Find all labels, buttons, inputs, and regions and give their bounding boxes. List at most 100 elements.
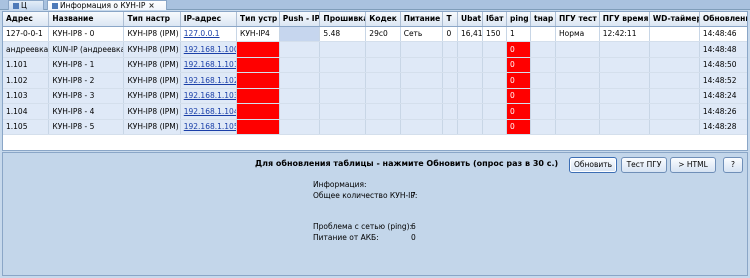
column-header[interactable]: Тип устр (236, 12, 280, 27)
table-cell: КУН-IP8 - 1 (48, 57, 125, 73)
table-cell: 1.102 (3, 72, 50, 89)
table-cell: 0 (506, 103, 531, 120)
table-cell: 0 (506, 88, 531, 104)
table-row[interactable]: 1.104 КУН-IP8 - 4 КУН-IP8 (IPM) 192.168.1.1… (3, 103, 747, 120)
table-cell: 127.0.0.1 (180, 26, 238, 42)
table-cell (599, 103, 650, 120)
tab-kun-ip-info[interactable]: Информация о КУН-IP × (47, 0, 167, 10)
table-cell (530, 57, 557, 73)
table-cell: КУН-IP8 - 2 (48, 72, 125, 89)
table-cell (279, 41, 321, 58)
table-cell: 192.168.1.100 (180, 41, 238, 58)
table-row[interactable]: 1.103 КУН-IP8 - 3 КУН-IP8 (IPM) 192.168.1.1… (3, 88, 747, 104)
column-header[interactable]: Кодек (365, 12, 401, 27)
info-battery: Питание от АКБ: 0 (313, 233, 416, 242)
table-cell (236, 119, 280, 135)
column-header[interactable]: Прошивка (319, 12, 367, 27)
table-cell (319, 72, 367, 89)
table-cell (482, 119, 508, 135)
column-header[interactable]: Название (48, 12, 125, 27)
table-cell: 1 (506, 26, 531, 42)
table-cell (365, 103, 401, 120)
table-cell: КУН-IP4 (236, 26, 280, 42)
table-cell: 14:48:52 (699, 72, 747, 89)
table-cell (400, 72, 444, 89)
column-header[interactable]: Ubat (457, 12, 484, 27)
table-cell: Сеть (400, 26, 444, 42)
window-icon (13, 3, 19, 9)
table-header: Адрес Название Тип настр IP-адрес Тип устр Pu… (3, 12, 747, 27)
table-cell: 1.104 (3, 103, 50, 120)
export-html-button[interactable]: > HTML (670, 157, 716, 173)
table-cell (482, 41, 508, 58)
table-cell: 14:48:48 (699, 41, 747, 58)
table-cell (442, 103, 459, 120)
table-cell (649, 26, 700, 42)
table-cell (400, 88, 444, 104)
table-cell (457, 88, 484, 104)
column-header[interactable]: ПГУ время (599, 12, 650, 27)
column-header[interactable]: Адрес (3, 12, 50, 27)
table-cell: 192.168.1.102 (180, 72, 238, 89)
column-header[interactable]: T (442, 12, 459, 27)
table-cell: КУН-IP8 - 4 (48, 103, 125, 120)
table-cell (319, 103, 367, 120)
table-cell (482, 57, 508, 73)
table-cell (279, 103, 321, 120)
column-header[interactable]: Питание (400, 12, 444, 27)
table-cell: 0 (506, 72, 531, 89)
help-button[interactable]: ? (723, 157, 743, 173)
column-header[interactable]: IP-адрес (180, 12, 238, 27)
column-header[interactable]: Тип настр (123, 12, 181, 27)
table-row[interactable]: 1.102 КУН-IP8 - 2 КУН-IP8 (IPM) 192.168.1.1… (3, 72, 747, 89)
table-cell: 0 (506, 57, 531, 73)
table-cell (365, 88, 401, 104)
table-cell (457, 72, 484, 89)
table-cell (649, 88, 700, 104)
table-cell (530, 103, 557, 120)
table-cell (400, 57, 444, 73)
table-row[interactable]: 127-0-0-1 КУН-IP8 - 0 КУН-IP8 (IPM) 127.0.0… (3, 26, 747, 42)
table-cell (319, 88, 367, 104)
table-row[interactable]: 1.101 КУН-IP8 - 1 КУН-IP8 (IPM) 192.168.1.1… (3, 57, 747, 73)
info-title: Информация: (313, 180, 367, 189)
status-panel: Для обновления таблицы - нажмите Обновит… (2, 152, 748, 276)
table-cell (530, 26, 557, 42)
table-row[interactable]: андреевка KUN-IP (андреевка) КУН-IP8 (IPM)… (3, 41, 747, 58)
table-cell: 14:48:26 (699, 103, 747, 120)
column-header[interactable]: Push - IP (279, 12, 321, 27)
column-header[interactable]: Ібат (482, 12, 508, 27)
tab-ts[interactable]: Ц (8, 0, 44, 10)
table-cell: 1.101 (3, 57, 50, 73)
table-cell: 150 (482, 26, 508, 42)
table-row[interactable]: 1.105 КУН-IP8 - 5 КУН-IP8 (IPM) 192.168.1.1… (3, 119, 747, 135)
table-cell (482, 72, 508, 89)
table-cell: 12:42:11 (599, 26, 650, 42)
close-icon[interactable]: × (148, 1, 154, 10)
test-pgu-button[interactable]: Тест ПГУ (621, 157, 667, 173)
table-cell (599, 57, 650, 73)
devices-grid[interactable]: Адрес Название Тип настр IP-адрес Тип устр Pu… (2, 11, 748, 151)
column-header[interactable]: ping (506, 12, 531, 27)
table-cell (400, 119, 444, 135)
column-header[interactable]: ПГУ тест (555, 12, 600, 27)
table-cell (319, 41, 367, 58)
table-cell: 192.168.1.105 (180, 119, 238, 135)
table-cell (442, 57, 459, 73)
table-cell: KUN-IP (андреевка) (48, 41, 125, 58)
table-cell (236, 103, 280, 120)
column-header[interactable]: Обновление (699, 12, 747, 27)
table-cell: КУН-IP8 (IPM) (123, 119, 181, 135)
column-header[interactable]: tнар (530, 12, 557, 27)
column-header[interactable]: WD-таймер (649, 12, 700, 27)
refresh-button[interactable]: Обновить (569, 157, 617, 173)
table-cell (442, 72, 459, 89)
devices-table: Адрес Название Тип настр IP-адрес Тип устр Pu… (3, 12, 747, 135)
table-cell (319, 57, 367, 73)
table-cell (599, 41, 650, 58)
table-cell (365, 119, 401, 135)
table-cell (442, 88, 459, 104)
table-cell (279, 72, 321, 89)
table-cell (365, 41, 401, 58)
table-cell: 14:48:50 (699, 57, 747, 73)
